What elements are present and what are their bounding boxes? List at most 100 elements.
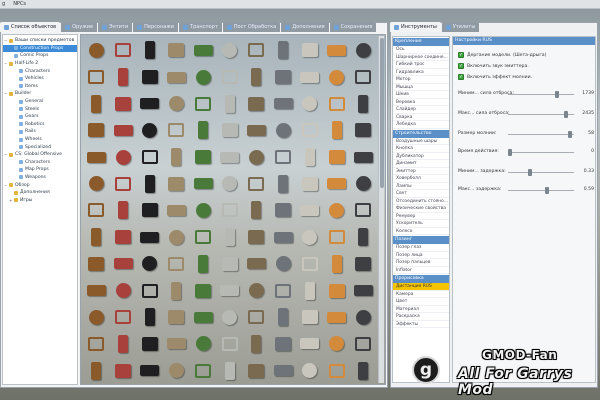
prop-spawn-icon[interactable] (190, 251, 217, 278)
tree-node[interactable]: Comic Props (3, 52, 77, 60)
slider-value[interactable]: 0.33 (584, 169, 594, 174)
prop-spawn-icon[interactable] (270, 277, 297, 304)
prop-spawn-icon[interactable] (243, 170, 270, 197)
tree-node[interactable]: − Обзор (3, 181, 77, 189)
prop-spawn-icon[interactable] (216, 117, 243, 144)
scrollbar-thumb[interactable] (380, 38, 384, 188)
tab-spawn-2[interactable]: Энтити (98, 22, 133, 32)
tree-node[interactable]: Дополнения (3, 189, 77, 197)
tool-category-header[interactable]: Крепления (393, 38, 449, 46)
tree-node[interactable]: Characters (3, 159, 77, 167)
prop-spawn-icon[interactable] (190, 144, 217, 171)
prop-spawn-icon[interactable] (110, 90, 137, 117)
menu-item-game[interactable]: g (2, 1, 5, 7)
prop-spawn-icon[interactable] (323, 357, 350, 384)
tool-list-item[interactable]: Колесо (393, 228, 449, 235)
prop-spawn-icon[interactable] (243, 251, 270, 278)
tab-tool-0[interactable]: Инструменты (390, 22, 441, 32)
slider-value[interactable]: 58 (588, 131, 594, 136)
prop-spawn-icon[interactable] (83, 144, 110, 171)
prop-spawn-icon[interactable] (216, 197, 243, 224)
tool-list-item[interactable]: Дистанция RUS (393, 283, 449, 291)
prop-spawn-icon[interactable] (350, 90, 377, 117)
slider-track[interactable] (508, 94, 574, 95)
prop-spawn-icon[interactable] (110, 37, 137, 64)
prop-spawn-icon[interactable] (216, 331, 243, 358)
prop-spawn-icon[interactable] (297, 357, 324, 384)
prop-spawn-icon[interactable] (83, 64, 110, 91)
prop-spawn-icon[interactable] (270, 64, 297, 91)
tree-node[interactable]: Characters (3, 67, 77, 75)
tool-list-item[interactable]: Позер глаз (393, 244, 449, 252)
tab-spawn-1[interactable]: Оружие (61, 22, 98, 32)
prop-spawn-icon[interactable] (243, 304, 270, 331)
expand-toggle-icon[interactable]: − (4, 61, 7, 66)
prop-spawn-icon[interactable] (270, 144, 297, 171)
tab-spawn-4[interactable]: Транспорт (179, 22, 222, 32)
tool-list-item[interactable]: Мотор (393, 76, 449, 84)
tool-list-item[interactable]: Слайдер (393, 106, 449, 114)
prop-spawn-icon[interactable] (136, 277, 163, 304)
tool-list-item[interactable]: Динамит (393, 160, 449, 168)
tool-category-header[interactable]: Строительство (393, 129, 449, 138)
tree-node[interactable]: Vehicles (3, 75, 77, 83)
expand-toggle-icon[interactable]: − (4, 38, 7, 43)
checkbox-checked-icon[interactable]: ✓ (458, 63, 464, 69)
settings-slider[interactable]: Макс... сила отброса: 2435 (458, 109, 594, 119)
settings-slider[interactable]: Время действия: 0 (458, 147, 594, 157)
prop-spawn-icon[interactable] (83, 90, 110, 117)
prop-spawn-icon[interactable] (216, 37, 243, 64)
tool-list-item[interactable]: Материал (393, 306, 449, 313)
tree-node[interactable]: Map Props (3, 166, 77, 174)
prop-spawn-icon[interactable] (270, 224, 297, 251)
prop-spawn-icon[interactable] (243, 144, 270, 171)
prop-spawn-icon[interactable] (83, 197, 110, 224)
prop-spawn-icon[interactable] (270, 197, 297, 224)
prop-spawn-icon[interactable] (136, 251, 163, 278)
tool-list-item[interactable]: Лампы (393, 183, 449, 190)
prop-spawn-icon[interactable] (216, 64, 243, 91)
prop-spawn-icon[interactable] (323, 277, 350, 304)
prop-spawn-icon[interactable] (110, 224, 137, 251)
slider-handle[interactable] (563, 111, 568, 118)
prop-spawn-icon[interactable] (243, 331, 270, 358)
prop-spawn-icon[interactable] (297, 304, 324, 331)
tool-list-item[interactable]: Ремувер (393, 213, 449, 220)
prop-spawn-icon[interactable] (83, 304, 110, 331)
prop-spawn-icon[interactable] (297, 144, 324, 171)
prop-spawn-icon[interactable] (323, 117, 350, 144)
prop-spawn-icon[interactable] (110, 144, 137, 171)
prop-spawn-icon[interactable] (163, 90, 190, 117)
prop-spawn-icon[interactable] (297, 37, 324, 64)
expand-toggle-icon[interactable]: + (9, 198, 12, 203)
prop-spawn-icon[interactable] (110, 251, 137, 278)
tree-node[interactable]: + Игры (3, 196, 77, 204)
checkbox-checked-icon[interactable]: ✓ (458, 74, 464, 80)
tree-node[interactable]: Construction Props (3, 44, 77, 53)
prop-spawn-icon[interactable] (350, 144, 377, 171)
prop-spawn-icon[interactable] (110, 357, 137, 384)
tool-list-item[interactable]: Inflator (393, 267, 449, 274)
prop-spawn-icon[interactable] (350, 357, 377, 384)
slider-handle[interactable] (544, 187, 549, 194)
tool-list-item[interactable]: Лебедка (393, 121, 449, 129)
prop-spawn-icon[interactable] (270, 331, 297, 358)
prop-spawn-icon[interactable] (270, 90, 297, 117)
tab-spawn-7[interactable]: Сохранения (329, 22, 377, 32)
prop-spawn-icon[interactable] (323, 64, 350, 91)
slider-value[interactable]: 0.59 (584, 187, 594, 192)
tool-list-item[interactable]: Шарнирное соедине... (393, 54, 449, 61)
prop-spawn-icon[interactable] (297, 197, 324, 224)
prop-spawn-icon[interactable] (136, 37, 163, 64)
tool-list-item[interactable]: Ось (393, 46, 449, 54)
slider-value[interactable]: 1739 (582, 91, 594, 96)
prop-spawn-icon[interactable] (243, 64, 270, 91)
prop-spawn-icon[interactable] (297, 170, 324, 197)
prop-spawn-icon[interactable] (190, 117, 217, 144)
prop-spawn-icon[interactable] (163, 117, 190, 144)
tab-spawn-3[interactable]: Персонажи (133, 22, 179, 32)
prop-spawn-icon[interactable] (83, 117, 110, 144)
prop-spawn-icon[interactable] (323, 170, 350, 197)
slider-handle[interactable] (528, 169, 533, 176)
prop-spawn-icon[interactable] (163, 37, 190, 64)
